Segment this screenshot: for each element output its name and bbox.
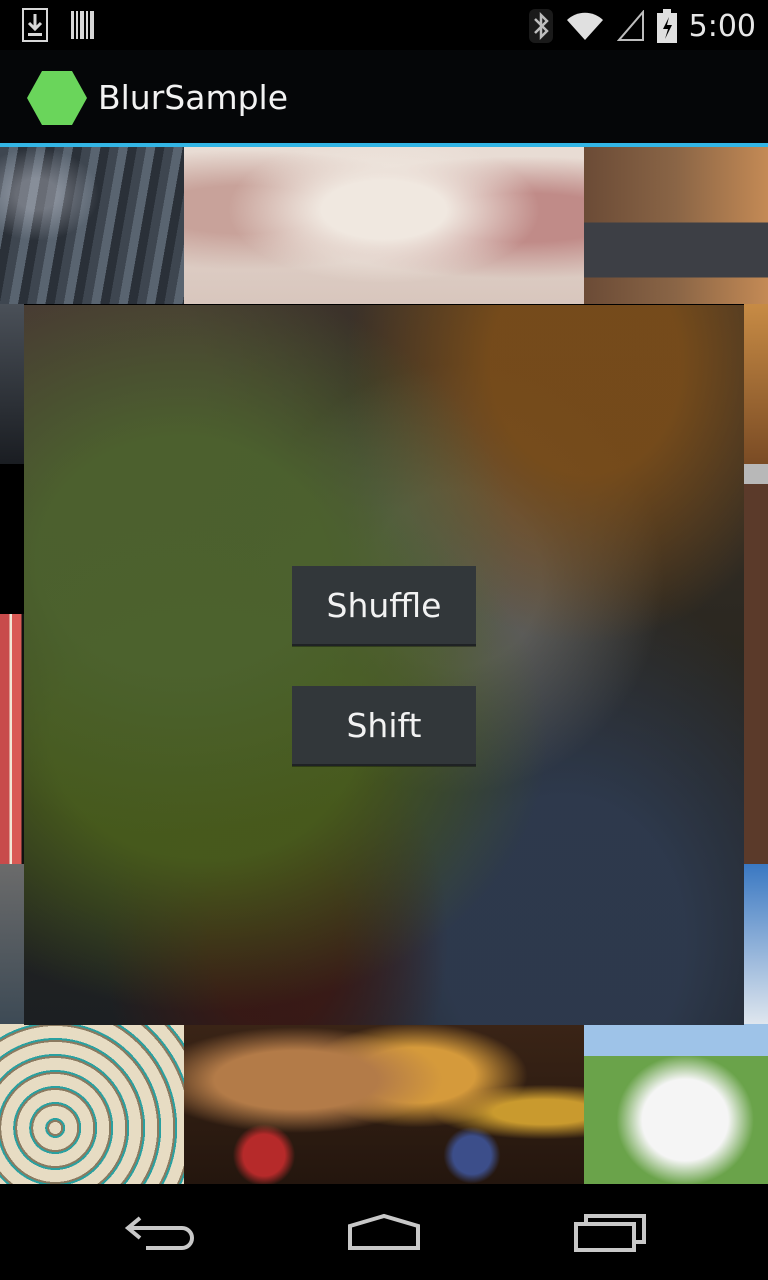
right-edge-photo [744, 304, 768, 464]
app-icon[interactable] [27, 71, 87, 125]
status-bar: 5:00 [0, 0, 768, 50]
system-icons: 5:00 [528, 6, 756, 46]
signal-icon [616, 10, 644, 41]
app-title: BlurSample [98, 78, 289, 117]
coiled-rope-photo [0, 1024, 184, 1184]
shift-button[interactable]: Shift [292, 686, 476, 766]
battery-icon [656, 9, 677, 43]
elevated-train-photo [584, 147, 768, 304]
notification-icons [22, 8, 96, 42]
navigation-bar [0, 1184, 768, 1280]
left-edge-photo [0, 464, 24, 614]
brick-building-photo [744, 464, 768, 864]
sketch-boy-photo [584, 1024, 768, 1184]
right-edge-photo [744, 864, 768, 1024]
recents-icon[interactable] [572, 1212, 648, 1252]
bluetooth-icon [528, 9, 553, 43]
wifi-icon [566, 12, 603, 40]
back-icon[interactable] [122, 1212, 198, 1252]
rain-umbrellas-photo [0, 147, 184, 304]
pencils-photo [0, 614, 24, 864]
snowy-forest-photo [184, 147, 584, 304]
left-edge-photo [0, 304, 24, 464]
still-life-pumpkin-photo [184, 1024, 584, 1184]
barcode-icon [71, 11, 94, 39]
action-bar: BlurSample [0, 50, 768, 147]
left-edge-photo [0, 864, 24, 1024]
shuffle-button[interactable]: Shuffle [292, 566, 476, 646]
blur-panel: Shuffle Shift [24, 305, 744, 1025]
download-icon [22, 8, 48, 42]
home-icon[interactable] [346, 1212, 422, 1252]
status-time: 5:00 [688, 8, 756, 44]
